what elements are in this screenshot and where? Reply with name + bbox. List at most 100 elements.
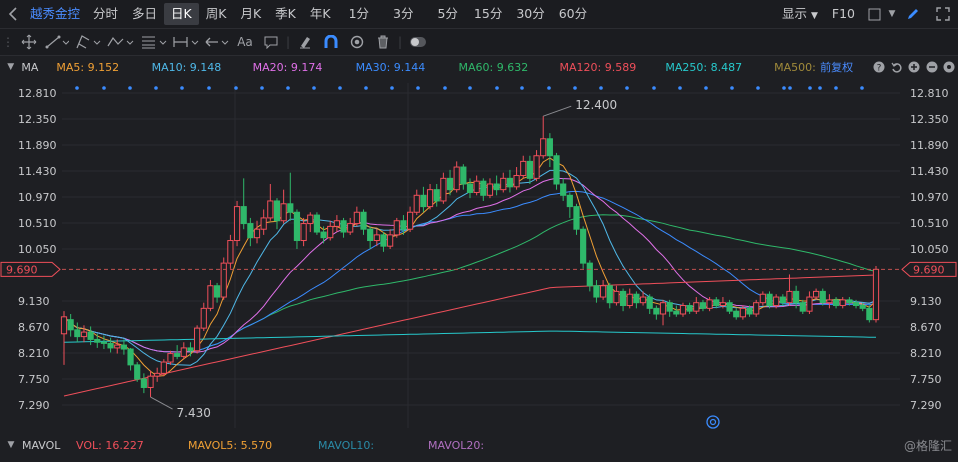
undo-icon[interactable]	[888, 61, 905, 73]
tab-period-1[interactable]: 多日	[125, 3, 164, 25]
candle-body	[293, 211, 301, 242]
checkbox-icon[interactable]	[862, 3, 886, 25]
candle-body	[500, 177, 507, 191]
plus-icon[interactable]	[906, 61, 923, 73]
candle-body	[187, 347, 194, 352]
fibonacci-icon[interactable]	[138, 35, 170, 49]
ma30-value: MA30: 9.144	[355, 60, 426, 74]
candle-body	[240, 206, 247, 225]
candle-body	[573, 206, 580, 230]
event-marker	[312, 86, 316, 90]
event-marker	[286, 86, 290, 90]
tab-period-9[interactable]: 5分	[430, 3, 464, 25]
candle-body	[646, 296, 653, 309]
stock-name[interactable]: 越秀金控	[26, 3, 86, 25]
drawing-toolbar: ⋮ Aa | |	[0, 29, 958, 56]
event-marker	[180, 86, 184, 90]
ma10-line	[63, 169, 877, 366]
magnet-icon[interactable]	[318, 35, 344, 49]
event-marker	[834, 86, 838, 90]
event-marker	[207, 86, 211, 90]
candle-body	[513, 175, 520, 188]
collapse-icon[interactable]: ▼	[0, 440, 22, 450]
tab-period-10[interactable]: 15分	[467, 3, 509, 25]
tab-period-0[interactable]: 分时	[86, 3, 125, 25]
trendline-icon[interactable]	[42, 35, 72, 49]
arrow-left-icon[interactable]	[202, 35, 232, 49]
help-icon[interactable]: ?	[871, 61, 888, 73]
candle-body	[473, 180, 480, 193]
tab-period-8[interactable]: 3分	[386, 3, 420, 25]
trash-icon[interactable]	[370, 35, 396, 49]
event-marker	[520, 86, 524, 90]
minus-icon[interactable]	[923, 61, 940, 73]
candle-body	[107, 342, 114, 349]
candle-body	[659, 302, 667, 315]
candle-body	[174, 353, 181, 357]
mavol10-value: MAVOL10:	[318, 438, 375, 452]
low-pointer	[150, 396, 173, 410]
y-tick-label-right: 10.050	[910, 243, 949, 256]
tab-period-6[interactable]: 年K	[303, 3, 338, 25]
y-tick-label-right: 7.290	[910, 399, 942, 412]
drag-handle-icon[interactable]: ⋮	[0, 35, 16, 49]
ma20-line	[63, 177, 877, 353]
candle-body	[653, 307, 660, 315]
y-tick-label-right: 12.810	[910, 87, 949, 100]
tab-period-3[interactable]: 周K	[199, 3, 234, 25]
measure-icon[interactable]	[170, 35, 202, 49]
volume-indicator-label[interactable]: MAVOL	[22, 439, 76, 452]
candle-body	[433, 189, 440, 202]
candle-body	[506, 177, 514, 188]
main-indicator-label[interactable]: MA	[21, 61, 50, 74]
candle-body	[846, 299, 853, 304]
toggle-icon[interactable]	[404, 36, 432, 48]
y-tick-label-left: 7.290	[18, 399, 50, 412]
candle-body	[726, 302, 733, 312]
pen-icon[interactable]	[898, 3, 928, 25]
candle-body	[866, 307, 873, 321]
event-marker	[573, 86, 577, 90]
ma30-line	[63, 190, 877, 353]
tab-period-11[interactable]: 30分	[509, 3, 551, 25]
tab-period-4[interactable]: 月K	[233, 3, 268, 25]
collapse-icon[interactable]: ▼	[0, 62, 21, 72]
candle-body	[420, 194, 427, 208]
candle-body	[260, 217, 267, 230]
y-tick-label-left: 8.210	[18, 347, 50, 360]
candle-body	[267, 200, 274, 219]
tab-period-7[interactable]: 1分	[342, 3, 376, 25]
candle-body	[639, 296, 647, 304]
candle-body	[247, 223, 254, 239]
candle-body	[67, 319, 74, 331]
eye-icon[interactable]	[344, 35, 370, 49]
crosshair-icon[interactable]	[16, 34, 42, 50]
candle-body	[353, 211, 360, 225]
event-marker	[390, 86, 394, 90]
candle-body	[327, 225, 334, 239]
channel-icon[interactable]	[72, 35, 104, 49]
comment-icon[interactable]	[258, 35, 284, 49]
adjust-mode[interactable]: 前复权	[820, 59, 865, 75]
fullscreen-icon[interactable]	[928, 3, 958, 25]
candle-body	[739, 307, 746, 318]
event-marker	[704, 86, 708, 90]
event-marker	[808, 86, 812, 90]
current-price-label-left: 9.690	[6, 263, 38, 276]
tab-period-5[interactable]: 季K	[268, 3, 303, 25]
chevron-down-icon[interactable]: ▼	[886, 9, 898, 19]
candle-body	[713, 299, 720, 307]
event-marker	[599, 86, 603, 90]
display-dropdown[interactable]: 显示 ▼	[775, 3, 825, 25]
tab-period-12[interactable]: 60分	[552, 3, 594, 25]
eraser-icon[interactable]	[292, 35, 318, 49]
tab-period-2[interactable]: 日K	[164, 3, 199, 25]
back-icon[interactable]	[0, 3, 26, 25]
wave-icon[interactable]	[104, 35, 138, 49]
candle-body	[540, 138, 547, 157]
f10-button[interactable]: F10	[825, 3, 862, 25]
text-tool-icon[interactable]: Aa	[232, 35, 258, 49]
settings-icon[interactable]	[941, 61, 958, 73]
event-marker	[234, 86, 238, 90]
kline-chart[interactable]: 12.810 12.810 12.350 12.350 11.890 11.890 11.4…	[0, 78, 958, 434]
